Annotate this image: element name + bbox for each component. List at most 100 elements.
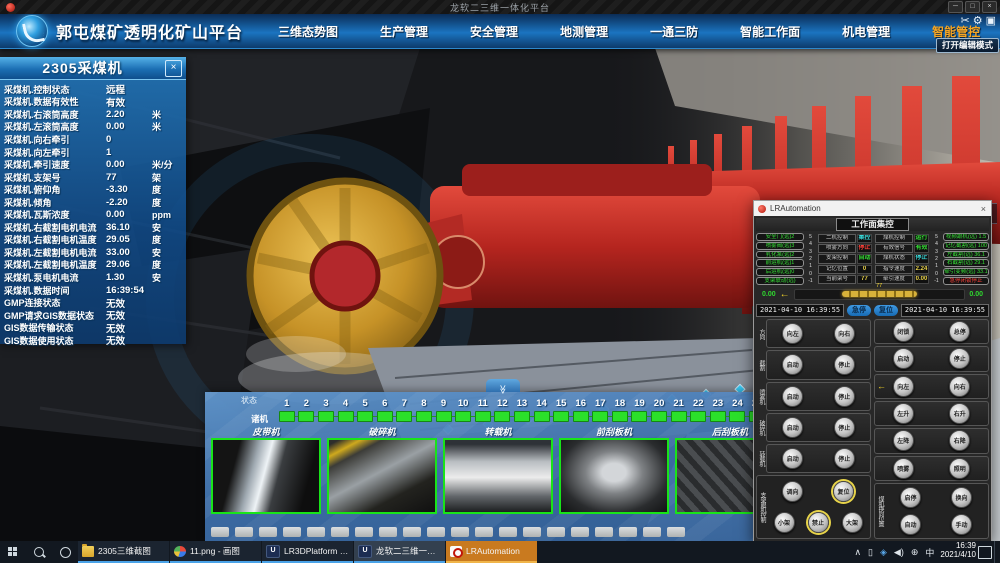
film-strip-tile[interactable] [571, 527, 589, 537]
tray-icon[interactable]: ▯ [868, 547, 873, 558]
task-view-button[interactable] [52, 541, 78, 563]
remote-control-button[interactable]: 后运机(远)0 [756, 268, 804, 276]
start-button[interactable] [0, 541, 26, 563]
nav-item[interactable]: 安全管理 [449, 23, 539, 40]
control-knob[interactable]: 启动 [782, 417, 803, 438]
nav-tool-icon[interactable]: ✂ [961, 15, 970, 28]
control-knob[interactable]: 左升 [893, 403, 914, 424]
control-knob[interactable]: 调向 [782, 481, 803, 502]
control-knob[interactable]: 启动 [782, 354, 803, 375]
shearer-panel-close-icon[interactable]: × [165, 60, 182, 77]
slider-track[interactable]: 77 [794, 289, 966, 300]
remote-control-button[interactable]: 视频跟机(远) 1.5 [943, 233, 989, 241]
film-strip-tile[interactable] [451, 527, 469, 537]
maximize-button[interactable]: □ [965, 1, 980, 13]
minimize-button[interactable]: ─ [948, 1, 963, 13]
show-desktop-button[interactable] [994, 541, 1000, 563]
taskbar-clock[interactable]: 16:39 2021/4/10 [940, 541, 978, 563]
tray-icon[interactable]: ◀) [894, 547, 904, 558]
film-strip-tile[interactable] [667, 527, 685, 537]
film-strip-tile[interactable] [619, 527, 637, 537]
taskbar-app-button[interactable]: 龙软二三维一体化... [354, 541, 445, 563]
nav-item[interactable]: 机电管理 [821, 23, 911, 40]
camera-feed[interactable]: 前刮板机 [559, 425, 669, 514]
film-strip-tile[interactable] [547, 527, 565, 537]
control-knob[interactable]: 大架 [842, 512, 863, 533]
film-strip-tile[interactable] [211, 527, 229, 537]
film-strip-tile[interactable] [259, 527, 277, 537]
reset-pill-button[interactable]: 复位 [874, 305, 898, 316]
control-knob[interactable]: 启停 [900, 487, 921, 508]
film-strip-tile[interactable] [595, 527, 613, 537]
control-knob[interactable]: 启动 [782, 386, 803, 407]
estop-pill-button[interactable]: 急停 [847, 305, 871, 316]
camera-thumbnail[interactable] [211, 438, 321, 514]
control-knob[interactable]: 闭锁 [893, 321, 914, 342]
lrautomation-close-icon[interactable]: × [981, 204, 991, 214]
taskbar-app-button[interactable]: LR3DPlatform - U... [262, 541, 353, 563]
nav-item[interactable]: 三维态势图 [257, 23, 359, 40]
control-knob[interactable]: 右升 [949, 403, 970, 424]
control-knob[interactable]: 换向 [951, 487, 972, 508]
remote-control-button[interactable]: 前运机(远)1 [756, 259, 804, 267]
film-strip-tile[interactable] [331, 527, 349, 537]
control-knob[interactable]: 向右 [834, 323, 855, 344]
remote-control-button[interactable]: 右截割(远) 29.1 [943, 259, 989, 267]
control-knob[interactable]: 照明 [949, 458, 970, 479]
control-knob[interactable]: 向左 [893, 376, 914, 397]
camera-thumbnail[interactable] [559, 438, 669, 514]
workface-control-tab[interactable]: 工作面集控 [836, 218, 909, 231]
remote-control-button[interactable]: 乳化泵(远)2 [756, 251, 804, 259]
control-knob[interactable]: 喷雾 [893, 458, 914, 479]
control-knob[interactable]: 总停 [949, 321, 970, 342]
film-strip-tile[interactable] [523, 527, 541, 537]
taskbar-app-button[interactable]: 2305三维截图 [78, 541, 169, 563]
control-knob[interactable]: 禁止 [808, 512, 829, 533]
control-knob[interactable]: 停止 [834, 417, 855, 438]
film-strip-tile[interactable] [499, 527, 517, 537]
control-knob[interactable]: 停止 [949, 348, 970, 369]
nav-tool-icon[interactable]: ▣ [986, 15, 996, 28]
open-edit-mode-button[interactable]: 打开编辑模式 [936, 38, 999, 53]
tray-icon[interactable]: ◈ [880, 547, 887, 558]
film-strip-tile[interactable] [355, 527, 373, 537]
camera-thumbnail[interactable] [443, 438, 553, 514]
remote-control-button[interactable]: 安全门(远)2 [756, 233, 804, 241]
nav-tool-icon[interactable]: ⚙ [973, 15, 983, 28]
notification-center-icon[interactable] [978, 546, 992, 559]
control-knob[interactable]: 启动 [893, 348, 914, 369]
nav-item[interactable]: 生产管理 [359, 23, 449, 40]
control-knob[interactable]: 右降 [949, 430, 970, 451]
control-knob[interactable]: 小架 [774, 512, 795, 533]
nav-item[interactable]: 一通三防 [629, 23, 719, 40]
control-knob[interactable]: 停止 [834, 386, 855, 407]
control-knob[interactable]: 自动 [900, 514, 921, 535]
film-strip-tile[interactable] [307, 527, 325, 537]
remote-control-button[interactable]: 牵引变频(远) 33.1 [943, 268, 989, 276]
control-knob[interactable]: 手动 [951, 514, 972, 535]
remote-control-button[interactable]: 记忆截割(远) 100 [943, 242, 989, 250]
film-strip-tile[interactable] [283, 527, 301, 537]
film-strip-tile[interactable] [235, 527, 253, 537]
camera-feed[interactable]: 转载机 [443, 425, 553, 514]
film-strip-tile[interactable] [403, 527, 421, 537]
control-knob[interactable]: 停止 [834, 354, 855, 375]
lrautomation-titlebar[interactable]: LRAutomation × [754, 201, 991, 216]
control-knob[interactable]: 停止 [834, 448, 855, 469]
film-strip-tile[interactable] [643, 527, 661, 537]
shearer-glyph[interactable] [842, 291, 917, 297]
control-knob[interactable]: 启动 [782, 448, 803, 469]
taskbar-app-button[interactable]: LRAutomation [446, 541, 537, 563]
tray-icon[interactable]: ∧ [854, 547, 861, 558]
remote-control-button[interactable]: 左截割(远) 36.1 [943, 251, 989, 259]
taskbar-app-button[interactable]: 11.png - 画图 [170, 541, 261, 563]
control-knob[interactable]: 向右 [949, 376, 970, 397]
panel-collapse-tab[interactable]: ≫ [486, 379, 520, 392]
film-strip-tile[interactable] [379, 527, 397, 537]
film-strip-tile[interactable] [427, 527, 445, 537]
control-knob[interactable]: 向左 [782, 323, 803, 344]
remote-control-button[interactable]: 喷雾阀(远)3 [756, 242, 804, 250]
search-button[interactable] [26, 541, 52, 563]
close-button[interactable]: × [982, 1, 997, 13]
remote-control-button[interactable]: 急停闭锁停止 [943, 277, 989, 285]
